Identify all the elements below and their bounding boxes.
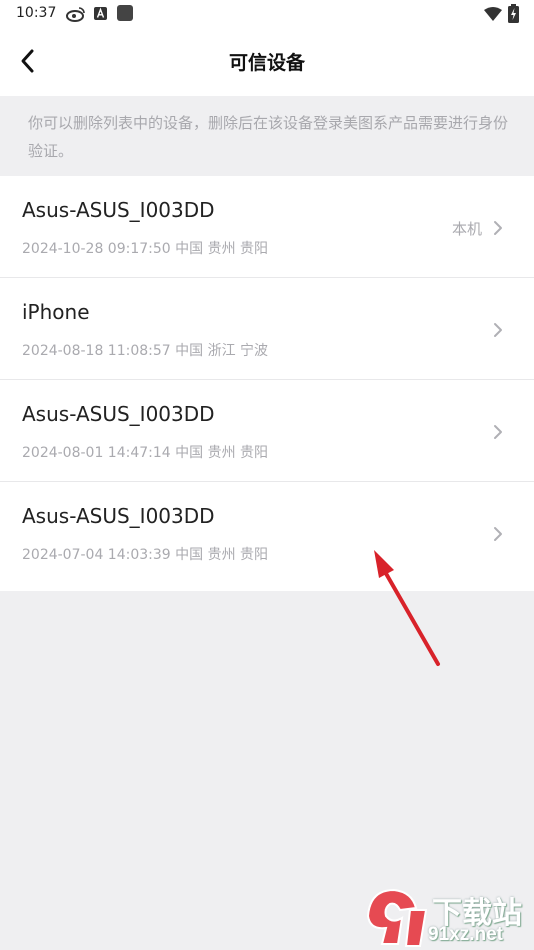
page-title: 可信设备 <box>228 52 305 74</box>
notice-banner: 你可以删除列表中的设备，删除后在该设备登录美图系产品需要进行身份验证。 <box>0 96 534 176</box>
current-device-badge: 本机 <box>451 220 482 238</box>
chevron-right-icon <box>494 425 502 439</box>
status-time: 10:37 <box>16 5 57 21</box>
device-row[interactable]: iPhone 2024-08-18 11:08:57 中国 浙江 宁波 <box>0 278 534 380</box>
font-a-icon <box>94 7 107 20</box>
watermark-bottom-text: 91xz.net <box>428 924 503 945</box>
weibo-icon <box>66 7 85 22</box>
device-row[interactable]: Asus-ASUS_I003DD 2024-07-04 14:03:39 中国 … <box>0 482 534 591</box>
app-square-icon <box>117 5 133 21</box>
battery-charging-icon <box>508 4 519 23</box>
annotation-arrow-icon <box>374 550 440 666</box>
device-name: Asus-ASUS_I003DD <box>22 402 215 426</box>
chevron-right-icon <box>494 323 502 337</box>
device-row[interactable]: Asus-ASUS_I003DD 2024-08-01 14:47:14 中国 … <box>0 380 534 482</box>
wifi-icon <box>484 7 502 21</box>
device-name: Asus-ASUS_I003DD <box>22 198 215 222</box>
chevron-right-icon <box>494 221 502 235</box>
device-row[interactable]: Asus-ASUS_I003DD 2024-10-28 09:17:50 中国 … <box>0 176 534 278</box>
chevron-right-icon <box>494 527 502 541</box>
device-login-info: 2024-10-28 09:17:50 中国 贵州 贵阳 <box>22 241 269 257</box>
watermark-logo-icon <box>366 888 428 947</box>
device-name: iPhone <box>22 300 90 324</box>
watermark: 下载站 91xz.net <box>360 884 534 950</box>
device-list: Asus-ASUS_I003DD 2024-10-28 09:17:50 中国 … <box>0 176 534 591</box>
device-name: Asus-ASUS_I003DD <box>22 504 215 528</box>
device-login-info: 2024-08-18 11:08:57 中国 浙江 宁波 <box>22 343 269 359</box>
device-login-info: 2024-08-01 14:47:14 中国 贵州 贵阳 <box>22 445 269 461</box>
device-login-info: 2024-07-04 14:03:39 中国 贵州 贵阳 <box>22 547 269 563</box>
notice-text: 你可以删除列表中的设备，删除后在该设备登录美图系产品需要进行身份验证。 <box>28 114 509 160</box>
status-bar: 10:37 <box>0 0 534 28</box>
nav-bar: 可信设备 <box>0 28 534 96</box>
